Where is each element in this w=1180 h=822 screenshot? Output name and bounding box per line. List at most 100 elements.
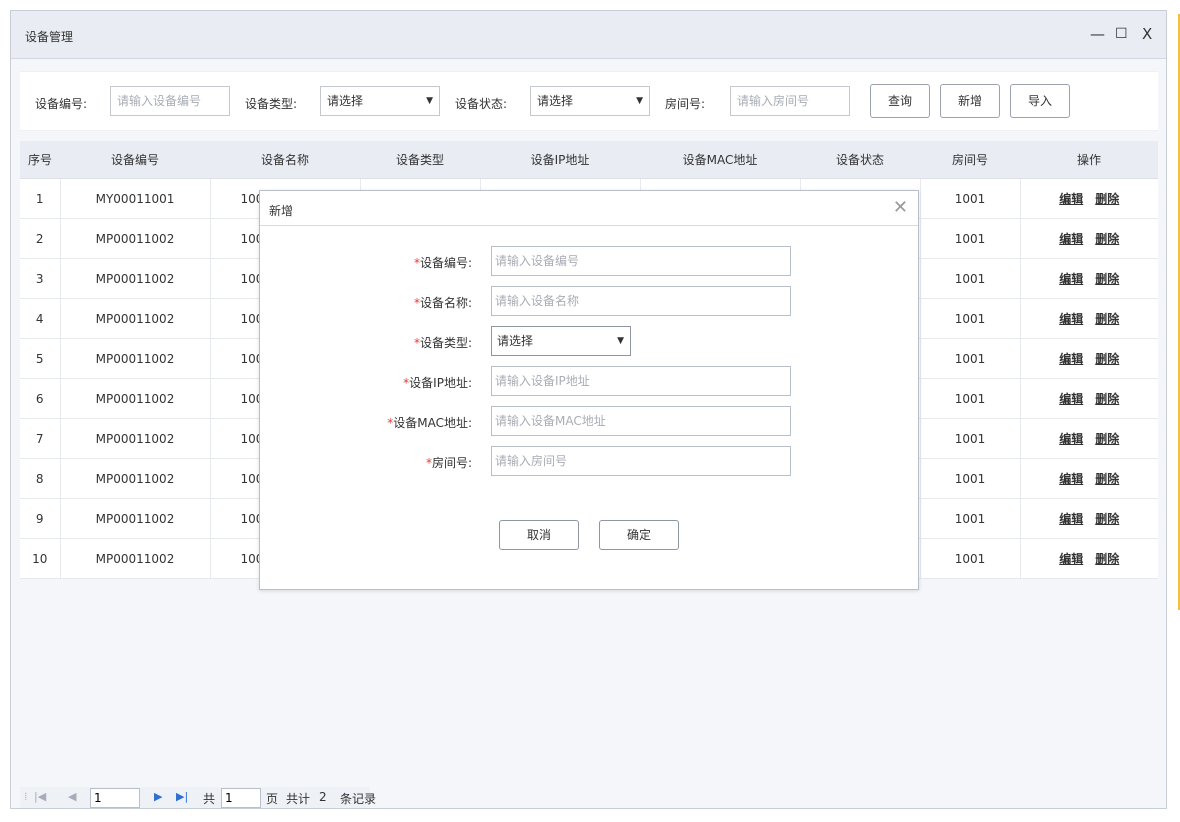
total-pages-field[interactable] xyxy=(221,788,261,808)
current-page-input[interactable] xyxy=(90,788,140,808)
delete-link[interactable]: 删除 xyxy=(1095,512,1119,526)
room-no-field[interactable] xyxy=(491,446,791,476)
window-title: 设备管理 xyxy=(25,30,74,44)
cell-room: 1001 xyxy=(920,298,1021,339)
total-pages-prefix: 共 xyxy=(203,792,216,806)
cell-device-no: MP00011002 xyxy=(60,258,211,299)
device-status-select[interactable]: 请选择 ▼ xyxy=(530,86,650,116)
cell-device-no: MP00011002 xyxy=(60,458,211,499)
field-label-device-name: *设备名称: xyxy=(413,296,472,310)
edit-link[interactable]: 编辑 xyxy=(1059,312,1083,326)
cell-index: 8 xyxy=(20,458,61,499)
cell-actions: 编辑 删除 xyxy=(1020,418,1158,459)
cell-device-no: MY00011001 xyxy=(60,178,211,219)
cell-device-no: MP00011002 xyxy=(60,538,211,579)
device-type-select[interactable]: 请选择 ▼ xyxy=(320,86,440,116)
device-type-field-value: 请选择 xyxy=(497,334,534,348)
edit-link[interactable]: 编辑 xyxy=(1059,552,1083,566)
next-page-icon[interactable]: ▶ xyxy=(154,790,162,803)
cell-device-no: MP00011002 xyxy=(60,218,211,259)
ip-address-field[interactable] xyxy=(491,366,791,396)
cell-room: 1001 xyxy=(920,258,1021,299)
cell-index: 4 xyxy=(20,298,61,339)
device-no-field[interactable] xyxy=(491,246,791,276)
room-no-input[interactable] xyxy=(730,86,850,116)
cell-device-no: MP00011002 xyxy=(60,378,211,419)
edit-link[interactable]: 编辑 xyxy=(1059,272,1083,286)
device-type-field[interactable]: 请选择 ▼ xyxy=(491,326,631,356)
records-prefix: 共计 xyxy=(286,792,311,806)
cell-room: 1001 xyxy=(920,498,1021,539)
cell-device-no: MP00011002 xyxy=(60,418,211,459)
dropdown-arrow-icon: ▼ xyxy=(426,96,433,106)
mac-address-field[interactable] xyxy=(491,406,791,436)
cell-room: 1001 xyxy=(920,538,1021,579)
edit-link[interactable]: 编辑 xyxy=(1059,352,1083,366)
delete-link[interactable]: 删除 xyxy=(1095,472,1119,486)
records-suffix: 条记录 xyxy=(340,792,377,806)
field-label-ip: *设备IP地址: xyxy=(403,376,472,390)
cell-device-no: MP00011002 xyxy=(60,498,211,539)
field-label-device-no: *设备编号: xyxy=(413,256,472,270)
minimize-button[interactable]: — xyxy=(1090,25,1105,43)
delete-link[interactable]: 删除 xyxy=(1095,432,1119,446)
last-page-icon[interactable]: ▶| xyxy=(176,790,188,803)
device-name-field[interactable] xyxy=(491,286,791,316)
cell-room: 1001 xyxy=(920,338,1021,379)
cell-actions: 编辑 删除 xyxy=(1020,378,1158,419)
cell-actions: 编辑 删除 xyxy=(1020,338,1158,379)
cancel-button[interactable]: 取消 xyxy=(499,520,579,550)
column-header-index: 序号 xyxy=(20,141,60,179)
edit-link[interactable]: 编辑 xyxy=(1059,432,1083,446)
first-page-icon[interactable]: |◀ xyxy=(34,790,46,803)
field-label-mac: *设备MAC地址: xyxy=(387,416,472,430)
cell-actions: 编辑 删除 xyxy=(1020,258,1158,299)
field-label-room: *房间号: xyxy=(425,456,472,470)
cell-index: 5 xyxy=(20,338,61,379)
close-icon[interactable]: ✕ xyxy=(893,197,908,218)
cell-actions: 编辑 删除 xyxy=(1020,218,1158,259)
delete-link[interactable]: 删除 xyxy=(1095,232,1119,246)
delete-link[interactable]: 删除 xyxy=(1095,392,1119,406)
cell-index: 2 xyxy=(20,218,61,259)
edit-link[interactable]: 编辑 xyxy=(1059,192,1083,206)
cell-room: 1001 xyxy=(920,418,1021,459)
device-status-select-value: 请选择 xyxy=(537,94,574,108)
confirm-button[interactable]: 确定 xyxy=(599,520,679,550)
search-bar: 设备编号: 设备类型: 请选择 ▼ 设备状态: 请选择 ▼ 房间号: 查询 新增… xyxy=(20,71,1158,131)
edit-link[interactable]: 编辑 xyxy=(1059,232,1083,246)
delete-link[interactable]: 删除 xyxy=(1095,272,1119,286)
prev-page-icon[interactable]: ◀ xyxy=(68,790,76,803)
edit-link[interactable]: 编辑 xyxy=(1059,392,1083,406)
device-no-input[interactable] xyxy=(110,86,230,116)
maximize-button[interactable]: ☐ xyxy=(1115,25,1128,43)
add-button[interactable]: 新增 xyxy=(940,84,1000,118)
edit-link[interactable]: 编辑 xyxy=(1059,512,1083,526)
cell-actions: 编辑 删除 xyxy=(1020,178,1158,219)
column-header-ip: 设备IP地址 xyxy=(480,141,640,179)
device-type-label: 设备类型: xyxy=(245,97,298,111)
table-header-row: 序号 设备编号 设备名称 设备类型 设备IP地址 设备MAC地址 设备状态 房间… xyxy=(20,141,1158,179)
dialog-title: 新增 xyxy=(269,204,294,218)
query-button[interactable]: 查询 xyxy=(870,84,930,118)
delete-link[interactable]: 删除 xyxy=(1095,312,1119,326)
delete-link[interactable]: 删除 xyxy=(1095,352,1119,366)
cell-index: 7 xyxy=(20,418,61,459)
records-count: 2 xyxy=(319,790,327,804)
column-header-device-type: 设备类型 xyxy=(360,141,480,179)
delete-link[interactable]: 删除 xyxy=(1095,552,1119,566)
cell-actions: 编辑 删除 xyxy=(1020,498,1158,539)
pager-grip-icon: ⁞ xyxy=(24,790,28,803)
dropdown-arrow-icon: ▼ xyxy=(617,336,624,346)
column-header-device-no: 设备编号 xyxy=(60,141,210,179)
cell-actions: 编辑 删除 xyxy=(1020,458,1158,499)
cell-room: 1001 xyxy=(920,178,1021,219)
close-button[interactable]: X xyxy=(1142,25,1152,43)
import-button[interactable]: 导入 xyxy=(1010,84,1070,118)
edit-link[interactable]: 编辑 xyxy=(1059,472,1083,486)
page-suffix: 页 xyxy=(266,792,279,806)
delete-link[interactable]: 删除 xyxy=(1095,192,1119,206)
cell-device-no: MP00011002 xyxy=(60,298,211,339)
cell-actions: 编辑 删除 xyxy=(1020,298,1158,339)
column-header-room: 房间号 xyxy=(920,141,1020,179)
